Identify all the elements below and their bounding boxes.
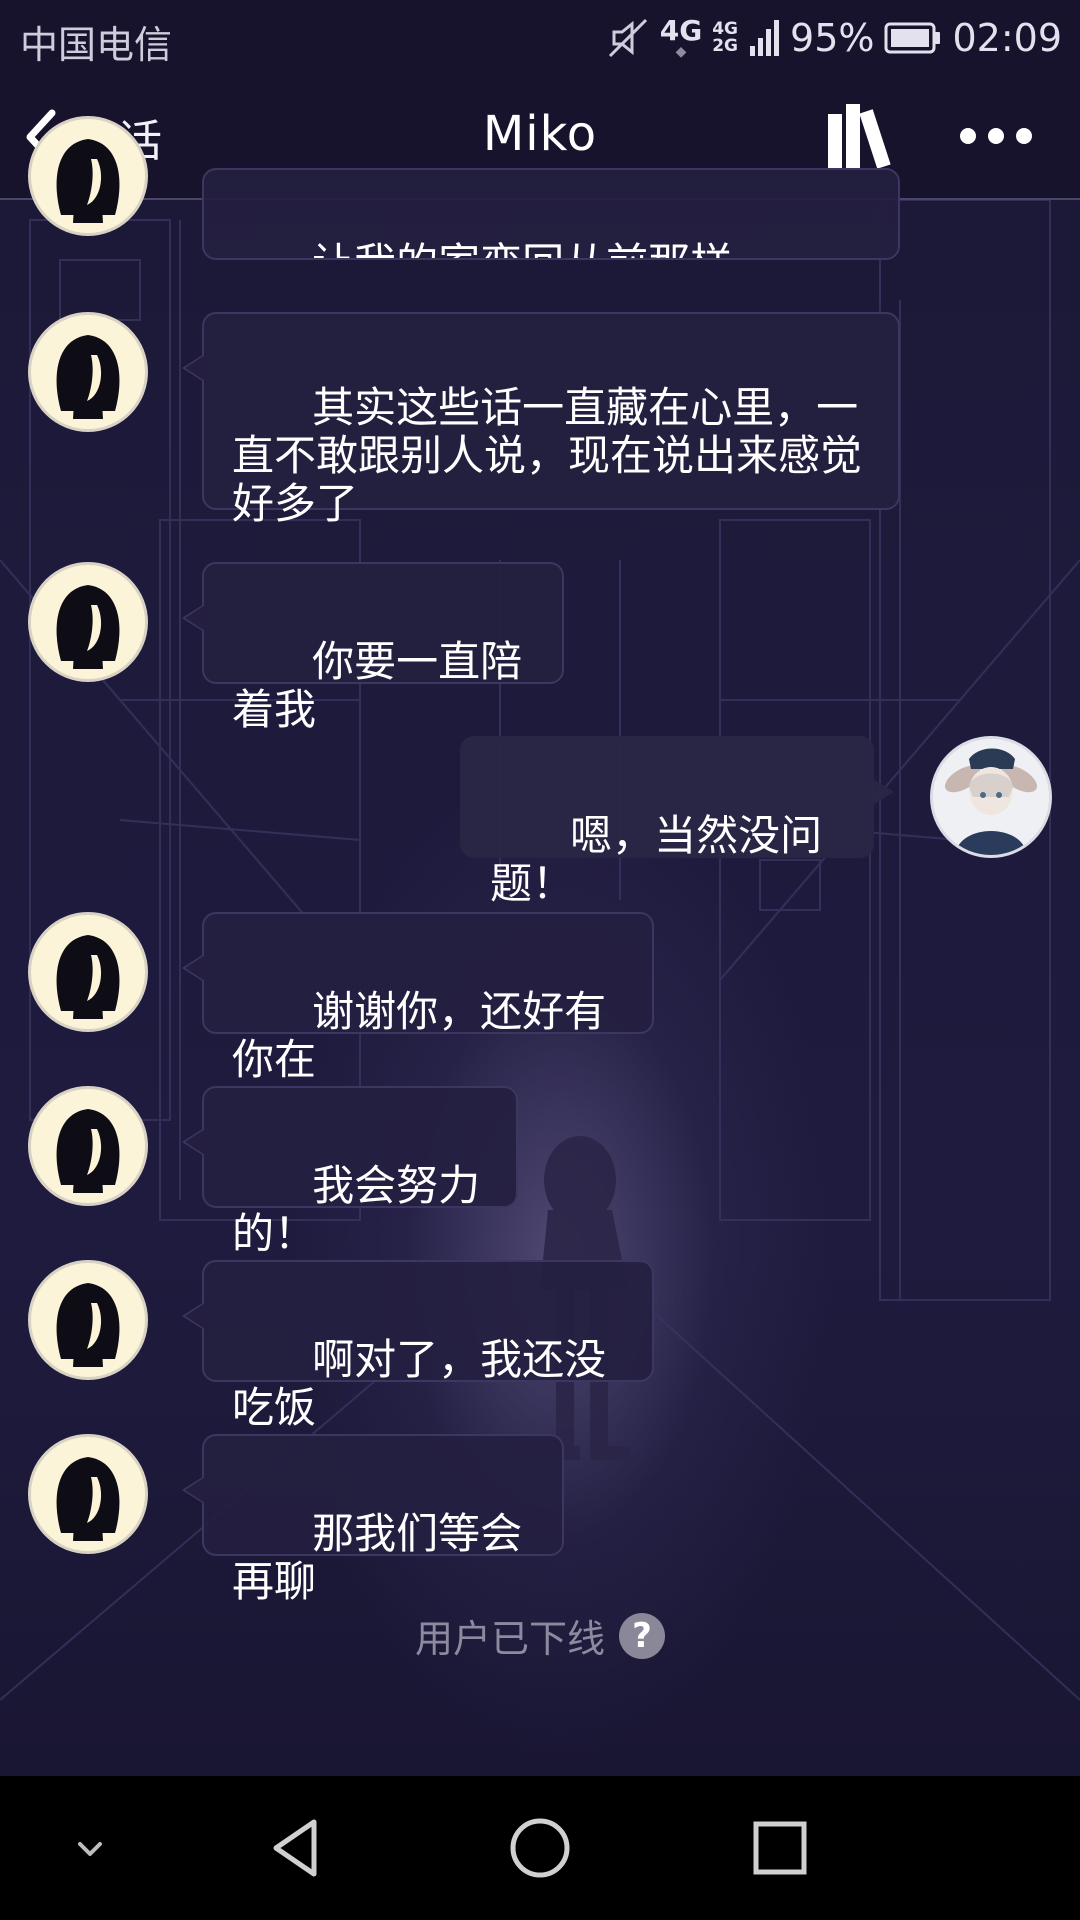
contact-avatar[interactable] <box>28 562 148 682</box>
girl-avatar-icon <box>56 335 120 419</box>
nav-collapse-icon <box>78 1842 102 1856</box>
contact-avatar[interactable] <box>28 312 148 432</box>
message-bubble[interactable]: 谢谢你，还好有你在 <box>182 912 654 1084</box>
battery-icon <box>884 22 941 54</box>
message-bubble[interactable]: 啊对了，我还没吃饭 <box>182 1260 654 1432</box>
clock: 02:09 <box>952 16 1062 60</box>
message-bubble[interactable]: 我会努力的！ <box>182 1086 518 1258</box>
nav-collapse-button[interactable] <box>54 1812 126 1884</box>
girl-avatar-icon <box>56 1283 120 1367</box>
girl-avatar-icon <box>56 139 120 223</box>
more-icon <box>960 128 1032 144</box>
nav-back-icon <box>273 1819 317 1877</box>
battery-percent: 95% <box>790 16 875 60</box>
library-button[interactable] <box>824 100 896 172</box>
message-bubble[interactable]: 让我的家变回从前那样 <box>202 168 900 260</box>
mute-icon <box>608 18 647 58</box>
contact-avatar[interactable] <box>28 1260 148 1380</box>
contact-avatar[interactable] <box>28 116 148 236</box>
status-bar: 中国电信 4G ◆ 4G 2G 95% 02:09 <box>0 0 1080 76</box>
message-bubble[interactable]: 你要一直陪着我 <box>182 562 564 734</box>
message-bubble[interactable]: 那我们等会再聊 <box>182 1434 564 1606</box>
nav-home-icon <box>510 1818 570 1878</box>
girl-avatar-icon <box>56 585 120 669</box>
nav-back-button[interactable] <box>264 1812 336 1884</box>
nav-recents-button[interactable] <box>744 1812 816 1884</box>
anime-user-avatar-icon <box>933 739 1049 855</box>
girl-avatar-icon <box>56 935 120 1019</box>
nav-home-button[interactable] <box>504 1812 576 1884</box>
offline-text: 用户已下线 <box>414 1617 605 1661</box>
chat-title: Miko <box>482 106 598 162</box>
help-icon[interactable]: ? <box>619 1612 665 1659</box>
message-text: 让我的家变回从前那样 <box>312 239 732 259</box>
navigation-bar <box>0 1776 1080 1920</box>
chat-screen: 中国电信 4G ◆ 4G 2G 95% 02:09 Miko 其实这些话一直藏在… <box>0 0 1080 1920</box>
contact-avatar[interactable] <box>28 1434 148 1554</box>
girl-avatar-icon <box>56 1109 120 1193</box>
status-icons: 4G ◆ 4G 2G 95% 02:09 <box>606 10 1062 66</box>
signal-icon <box>750 20 780 56</box>
message-bubble[interactable]: 其实这些话一直藏在心里，一直不敢跟别人说，现在说出来感觉好多了 <box>182 312 900 528</box>
contact-avatar[interactable] <box>28 1086 148 1206</box>
user-offline-notice: 用户已下线 ? <box>0 1608 1080 1663</box>
network-type-2: 4G 2G <box>712 19 739 56</box>
books-icon <box>828 104 891 169</box>
carrier-name: 中国电信 <box>20 23 173 67</box>
message-text: 其实这些话一直藏在心里，一直不敢跟别人说，现在说出来感觉好多了 <box>232 383 863 528</box>
network-type-1: 4G ◆ <box>659 14 703 60</box>
nav-recents-icon <box>753 1821 807 1875</box>
self-avatar[interactable] <box>930 736 1052 858</box>
message-bubble-self[interactable]: 嗯，当然没问题！ <box>460 736 894 908</box>
contact-avatar[interactable] <box>28 912 148 1032</box>
girl-avatar-icon <box>56 1457 120 1541</box>
more-button[interactable] <box>956 116 1036 156</box>
